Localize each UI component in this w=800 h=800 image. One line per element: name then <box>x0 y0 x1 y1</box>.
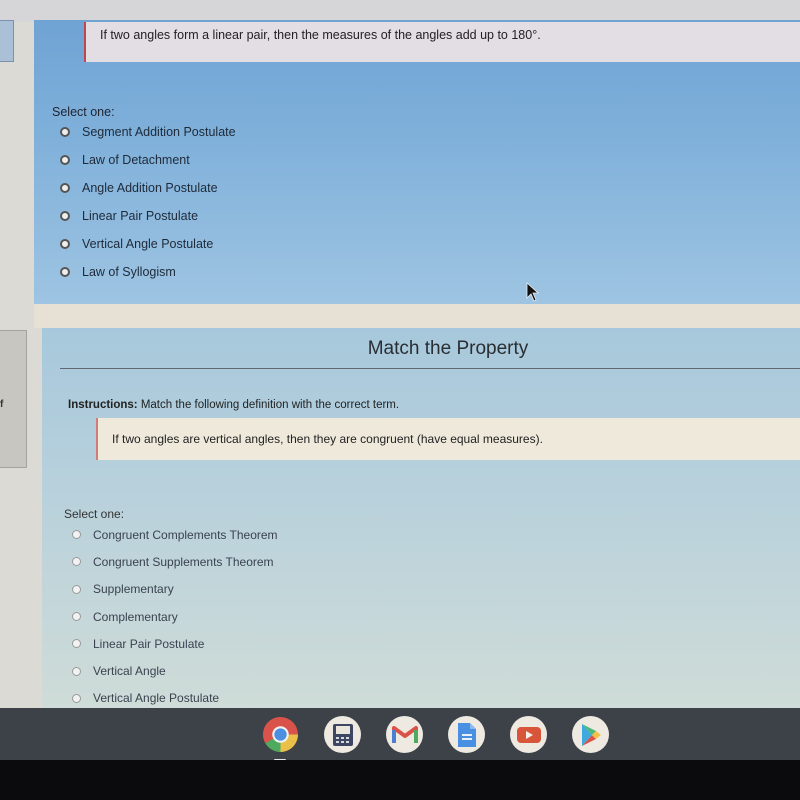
answer-option[interactable]: Congruent Supplements Theorem <box>72 548 278 575</box>
app-calculator[interactable] <box>324 716 361 753</box>
play-store-icon <box>581 723 601 746</box>
option-label: Linear Pair Postulate <box>82 209 199 223</box>
select-one-label: Select one: <box>64 507 125 521</box>
answer-option[interactable]: Supplementary <box>72 576 278 603</box>
question-separator <box>34 304 800 328</box>
answer-options: Congruent Complements Theorem Congruent … <box>72 521 278 712</box>
option-label: Complementary <box>93 609 178 624</box>
answer-option[interactable]: Vertical Angle Postulate <box>60 230 236 258</box>
definition-box: If two angles form a linear pair, then t… <box>84 22 800 62</box>
option-label: Congruent Complements Theorem <box>93 527 278 542</box>
question-card-1: If two angles form a linear pair, then t… <box>34 20 800 304</box>
answer-option[interactable]: Segment Addition Postulate <box>60 118 236 146</box>
radio-button[interactable] <box>72 666 81 676</box>
question-title: Match the Property <box>367 338 529 359</box>
instructions: Instructions: Match the following defini… <box>68 399 399 411</box>
radio-button[interactable] <box>72 557 81 567</box>
definition-text: If two angles form a linear pair, then t… <box>100 28 541 42</box>
radio-button[interactable] <box>72 612 81 622</box>
screen: f If two angles form a linear pair, then… <box>0 0 800 800</box>
radio-button[interactable] <box>72 639 81 649</box>
instructions-text: Match the following definition with the … <box>137 399 400 411</box>
radio-button[interactable] <box>60 155 70 165</box>
option-label: Vertical Angle <box>93 664 166 679</box>
radio-button[interactable] <box>60 183 70 193</box>
calculator-icon <box>332 723 353 746</box>
option-label: Vertical Angle Postulate <box>82 237 214 251</box>
option-label: Linear Pair Postulate <box>93 636 205 651</box>
radio-button[interactable] <box>72 584 81 594</box>
radio-button[interactable] <box>72 693 81 703</box>
option-label: Law of Syllogism <box>82 265 176 279</box>
app-chrome[interactable] <box>262 716 299 761</box>
gmail-icon <box>391 725 418 743</box>
option-label: Angle Addition Postulate <box>82 181 218 195</box>
option-label: Congruent Supplements Theorem <box>93 554 274 569</box>
shelf-apps <box>262 716 609 761</box>
answer-option[interactable]: Congruent Complements Theorem <box>72 521 278 548</box>
answer-option[interactable]: Linear Pair Postulate <box>72 630 278 657</box>
radio-button[interactable] <box>72 530 81 540</box>
answer-option[interactable]: Vertical Angle <box>72 657 278 684</box>
answer-option[interactable]: Complementary <box>72 603 278 630</box>
answer-option[interactable]: Linear Pair Postulate <box>60 202 236 230</box>
title-divider <box>60 368 800 369</box>
instructions-label: Instructions: <box>68 399 138 411</box>
screen-bezel <box>0 760 800 800</box>
question-card-2: Match the Property Instructions: Match t… <box>42 328 800 708</box>
answer-option[interactable]: Law of Detachment <box>60 146 236 174</box>
radio-button[interactable] <box>60 127 70 137</box>
quiz-nav-block[interactable] <box>0 20 14 62</box>
app-gmail[interactable] <box>386 716 423 753</box>
taskbar-shelf <box>0 708 800 761</box>
top-strip <box>0 0 800 22</box>
option-label: Supplementary <box>93 582 174 597</box>
option-label: Segment Addition Postulate <box>82 125 236 139</box>
app-docs[interactable] <box>448 716 485 753</box>
nav-block-label: f <box>0 399 4 410</box>
app-youtube[interactable] <box>510 716 547 753</box>
answer-options: Segment Addition Postulate Law of Detach… <box>60 118 236 286</box>
quiz-nav-block[interactable]: f <box>0 330 27 468</box>
app-play-store[interactable] <box>572 716 609 753</box>
select-one-label: Select one: <box>52 105 115 119</box>
radio-button[interactable] <box>60 239 70 249</box>
chrome-icon <box>263 717 298 752</box>
option-label: Law of Detachment <box>82 153 190 167</box>
definition-box: If two angles are vertical angles, then … <box>96 418 800 460</box>
youtube-icon <box>516 726 541 743</box>
answer-option[interactable]: Law of Syllogism <box>60 258 236 286</box>
definition-text: If two angles are vertical angles, then … <box>112 432 543 446</box>
option-label: Vertical Angle Postulate <box>93 691 220 706</box>
answer-option[interactable]: Angle Addition Postulate <box>60 174 236 202</box>
mouse-cursor-icon <box>526 282 540 302</box>
radio-button[interactable] <box>60 267 70 277</box>
radio-button[interactable] <box>60 211 70 221</box>
docs-icon <box>457 722 476 747</box>
